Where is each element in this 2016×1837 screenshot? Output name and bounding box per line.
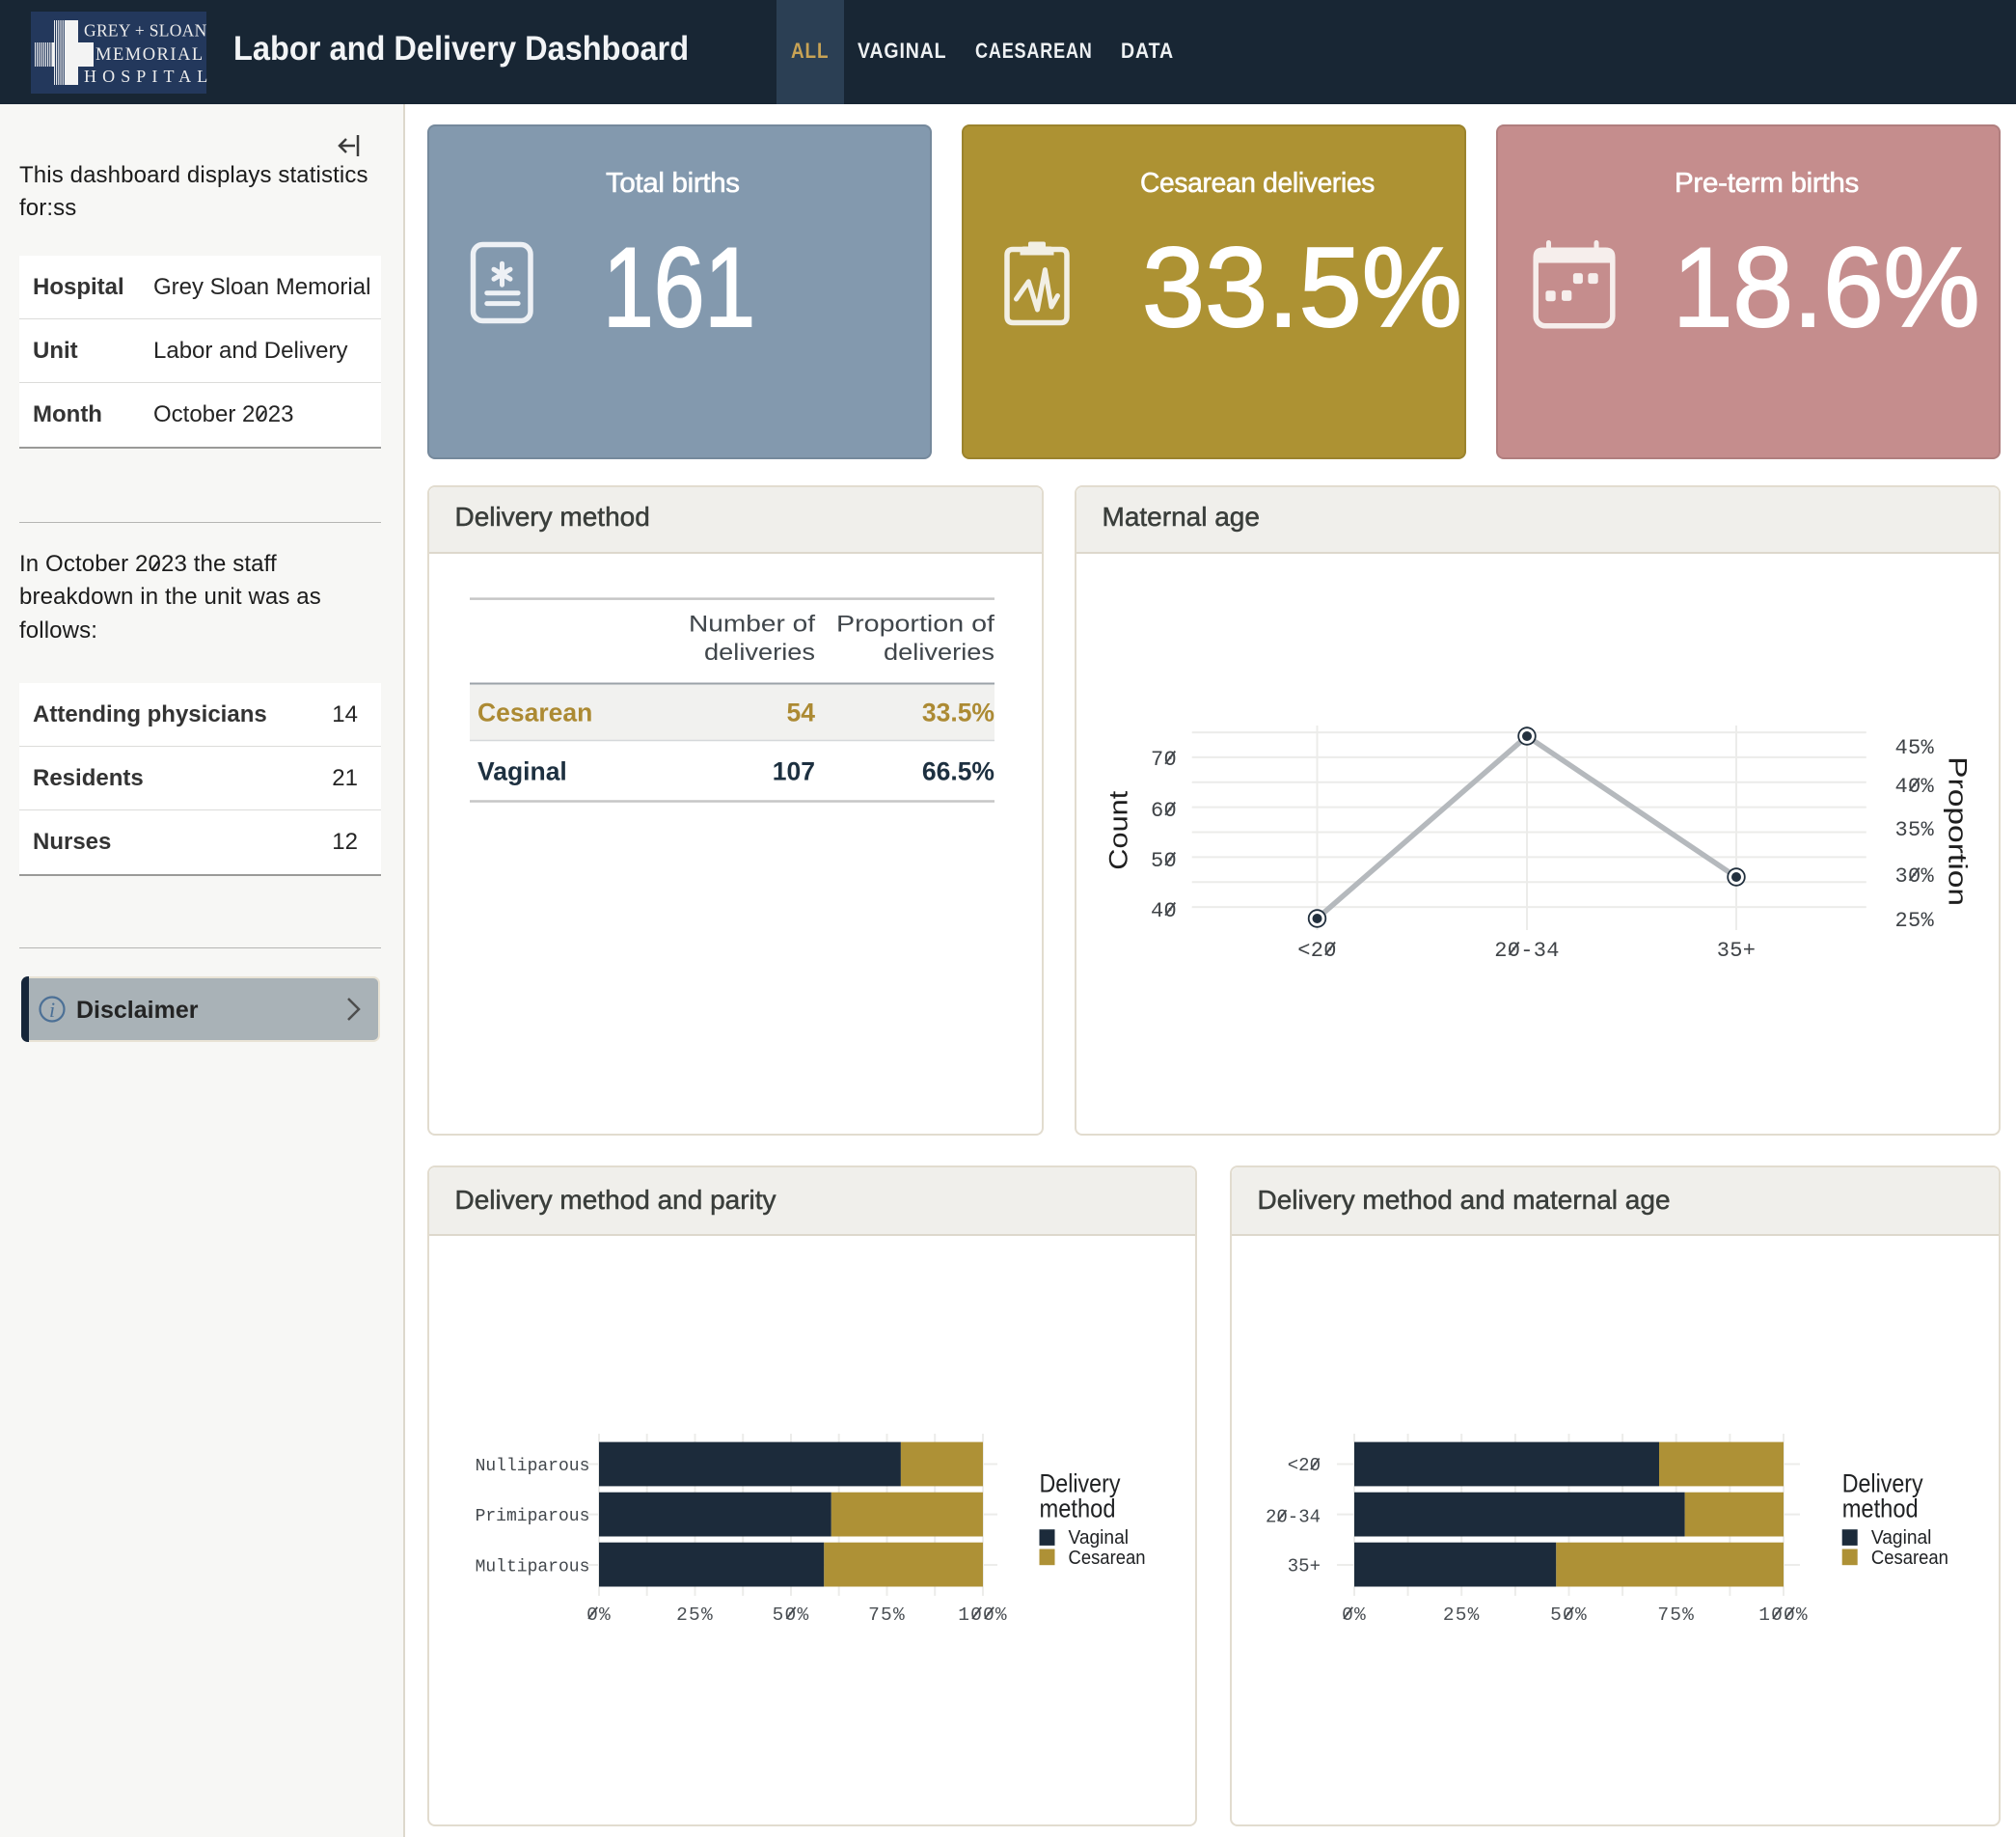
svg-text:50%: 50% [1550,1604,1588,1626]
svg-text:107: 107 [773,757,815,786]
svg-text:method: method [1040,1494,1116,1523]
svg-text:MEMORIAL: MEMORIAL [95,45,204,65]
svg-text:40%: 40% [1895,775,1935,799]
svg-text:45%: 45% [1895,736,1935,760]
svg-text:<20: <20 [1297,939,1337,963]
svg-text:50%: 50% [773,1604,810,1626]
svg-text:35%: 35% [1895,818,1935,842]
svg-text:54: 54 [787,699,816,727]
svg-text:Number of: Number of [689,611,815,637]
svg-text:HOSPITAL: HOSPITAL [84,67,213,86]
svg-text:Cesarean: Cesarean [1871,1548,1948,1569]
svg-text:method: method [1842,1494,1919,1523]
svg-text:Cesarean: Cesarean [477,699,592,727]
svg-text:35+: 35+ [1288,1556,1321,1577]
svg-text:GREY + SLOAN: GREY + SLOAN [84,21,207,41]
svg-text:70: 70 [1151,748,1177,772]
svg-text:100%: 100% [1758,1604,1809,1626]
svg-text:40: 40 [1151,899,1177,923]
svg-text:Cesarean: Cesarean [1069,1548,1146,1569]
svg-text:20-34: 20-34 [1494,939,1560,963]
svg-text:25%: 25% [676,1604,714,1626]
svg-text:deliveries: deliveries [704,640,815,666]
svg-text:30%: 30% [1895,864,1935,889]
svg-text:35+: 35+ [1717,939,1757,963]
svg-text:Primiparous: Primiparous [476,1507,590,1526]
svg-text:75%: 75% [1657,1604,1695,1626]
svg-text:Proportion: Proportion [1944,756,1973,906]
svg-text:66.5%: 66.5% [922,757,994,786]
svg-text:20-34: 20-34 [1266,1507,1321,1528]
svg-text:50: 50 [1151,849,1177,873]
svg-text:25%: 25% [1895,909,1935,933]
svg-text:33.5%: 33.5% [922,699,994,727]
svg-text:Multiparous: Multiparous [476,1558,590,1577]
svg-text:Count: Count [1103,790,1132,870]
svg-text:Vaginal: Vaginal [1871,1527,1932,1549]
svg-text:deliveries: deliveries [884,640,994,666]
svg-text:Vaginal: Vaginal [477,757,567,786]
svg-text:25%: 25% [1443,1604,1481,1626]
svg-text:Proportion of: Proportion of [836,611,994,637]
svg-text:Nulliparous: Nulliparous [476,1457,590,1476]
svg-text:<20: <20 [1288,1455,1321,1476]
svg-text:75%: 75% [868,1604,906,1626]
svg-text:100%: 100% [958,1604,1008,1626]
svg-text:Vaginal: Vaginal [1069,1527,1130,1549]
svg-text:60: 60 [1151,799,1177,823]
svg-text:i: i [49,998,55,1022]
